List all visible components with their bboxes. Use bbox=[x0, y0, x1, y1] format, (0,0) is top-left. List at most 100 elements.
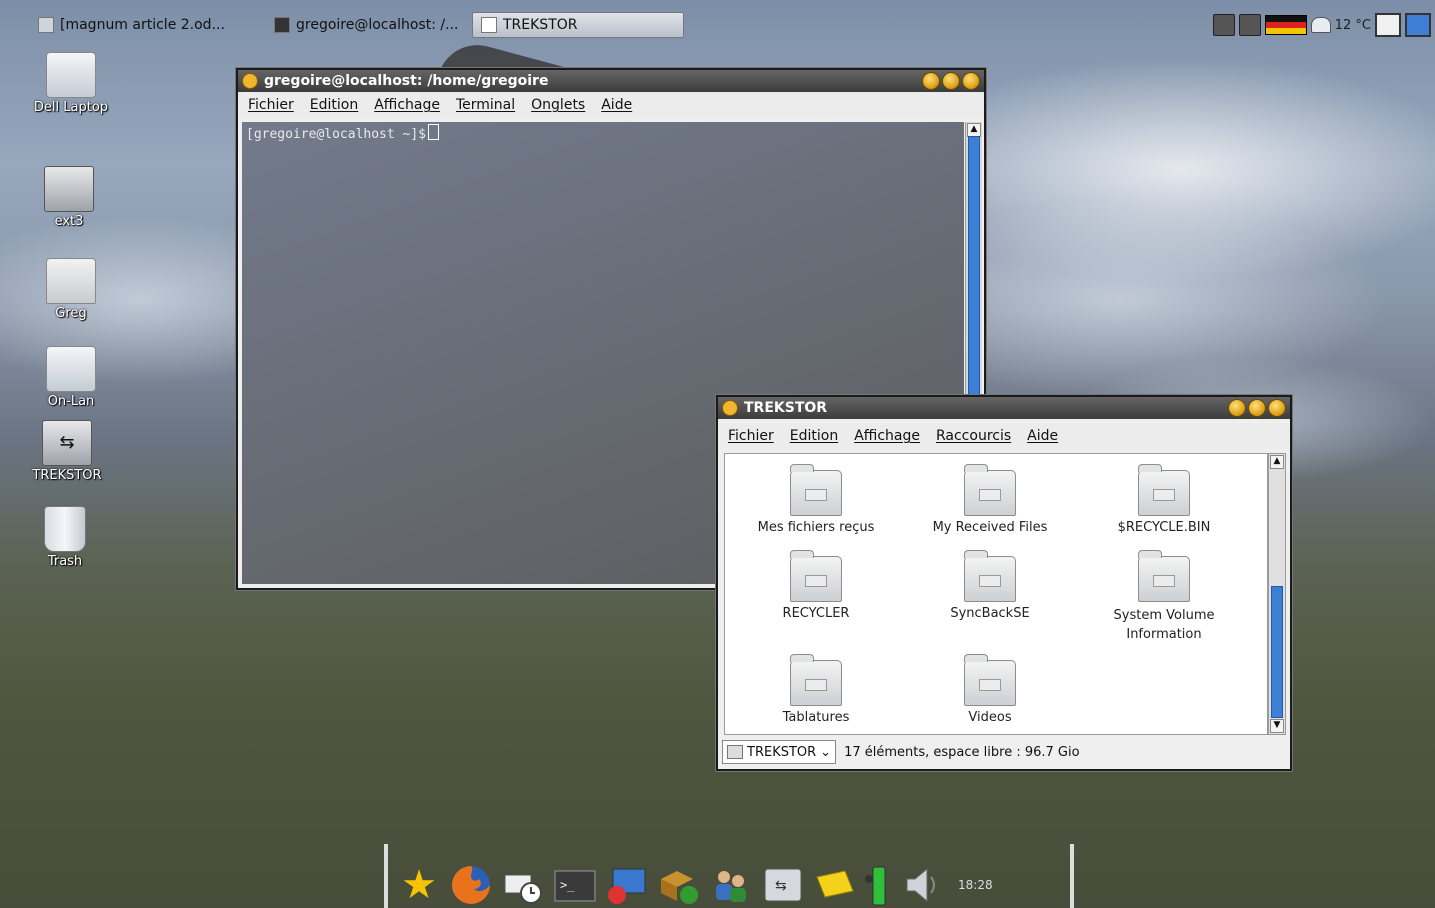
usb-drive-icon[interactable]: ⇆ bbox=[760, 862, 806, 908]
task-label: [magnum article 2.od... bbox=[60, 17, 225, 33]
scroll-up-arrow-icon[interactable]: ▲ bbox=[1270, 455, 1284, 469]
memory-monitor-icon[interactable] bbox=[1238, 14, 1261, 36]
folder-item[interactable]: Tablatures bbox=[731, 654, 901, 725]
task-label: gregoire@localhost: /... bbox=[296, 17, 459, 33]
file-manager-menubar: Fichier Edition Affichage Raccourcis Aid… bbox=[718, 423, 1290, 449]
minimize-button[interactable] bbox=[1228, 399, 1246, 417]
users-icon[interactable] bbox=[708, 862, 754, 908]
menu-raccourcis[interactable]: Raccourcis bbox=[936, 428, 1011, 444]
scrollbar-thumb[interactable] bbox=[1271, 586, 1283, 718]
taskbar-task-terminal[interactable]: gregoire@localhost: /... bbox=[266, 13, 472, 37]
notes-icon[interactable] bbox=[812, 862, 858, 908]
temperature-label: 12 °C bbox=[1334, 17, 1371, 33]
document-icon bbox=[38, 17, 54, 33]
folder-icon bbox=[1138, 464, 1190, 516]
volume-icon[interactable] bbox=[900, 862, 946, 908]
maximize-button[interactable] bbox=[1248, 399, 1266, 417]
menu-fichier[interactable]: Fichier bbox=[248, 97, 294, 113]
terminal-titlebar[interactable]: gregoire@localhost: /home/gregoire bbox=[238, 70, 984, 92]
workspace-1-button[interactable] bbox=[1375, 13, 1401, 37]
desktop-icon-label: Trash bbox=[47, 554, 83, 569]
folder-item[interactable]: System Volume Information bbox=[1079, 550, 1249, 644]
folder-label: Mes fichiers reçus bbox=[757, 520, 875, 535]
firefox-icon[interactable] bbox=[448, 862, 494, 908]
terminal-icon[interactable]: >_ bbox=[552, 862, 598, 908]
cpu-monitor-icon[interactable] bbox=[1212, 14, 1235, 36]
folder-label: Tablatures bbox=[782, 710, 850, 725]
svg-text:⇆: ⇆ bbox=[775, 878, 787, 894]
maximize-button[interactable] bbox=[942, 72, 960, 90]
status-bar: TREKSTOR ⌄ 17 éléments, espace libre : 9… bbox=[722, 739, 1286, 765]
battery-icon[interactable] bbox=[864, 862, 894, 908]
taskbar-task-trekstor[interactable]: TREKSTOR bbox=[472, 12, 684, 38]
menu-affichage[interactable]: Affichage bbox=[854, 428, 920, 444]
menu-edition[interactable]: Edition bbox=[790, 428, 838, 444]
scroll-up-arrow-icon[interactable]: ▲ bbox=[967, 123, 981, 137]
usb-drive-icon: ⇆ bbox=[42, 420, 92, 466]
keyboard-layout-flag-icon[interactable] bbox=[1264, 15, 1307, 35]
close-button[interactable] bbox=[1268, 399, 1286, 417]
location-select[interactable]: TREKSTOR ⌄ bbox=[722, 740, 837, 764]
desktop-icon-trekstor[interactable]: ⇆ TREKSTOR bbox=[12, 420, 122, 483]
terminal-menubar: Fichier Edition Affichage Terminal Ongle… bbox=[238, 92, 984, 118]
folder-icon bbox=[790, 654, 842, 706]
file-view-scrollbar[interactable]: ▲ ▼ bbox=[1268, 453, 1286, 735]
desktop-icon-label: TREKSTOR bbox=[32, 468, 102, 483]
file-manager-window[interactable]: TREKSTOR Fichier Edition Affichage Racco… bbox=[716, 395, 1292, 771]
folder-item[interactable]: Mes fichiers reçus bbox=[731, 464, 901, 535]
location-value: TREKSTOR bbox=[747, 744, 817, 760]
dock-clock: 18:28 bbox=[958, 878, 993, 892]
desktop-icon-greg[interactable]: Greg bbox=[16, 258, 126, 321]
workspace-2-button[interactable] bbox=[1405, 13, 1431, 37]
folder-icon bbox=[790, 464, 842, 516]
shell-prompt: [gregoire@localhost ~]$ bbox=[246, 127, 427, 142]
folder-item[interactable]: SyncBackSE bbox=[905, 550, 1075, 621]
desktop-icon-dell-laptop[interactable]: Dell Laptop bbox=[16, 52, 126, 115]
folder-label: RECYCLER bbox=[782, 606, 850, 621]
file-manager-titlebar[interactable]: TREKSTOR bbox=[718, 397, 1290, 419]
star-icon[interactable]: ★ bbox=[396, 862, 442, 908]
bottom-dock: ★ >_ ⇆ 18:28 bbox=[384, 844, 1074, 908]
menu-aide[interactable]: Aide bbox=[601, 97, 632, 113]
folder-label: SyncBackSE bbox=[950, 606, 1030, 621]
text-cursor bbox=[428, 124, 440, 140]
menu-affichage[interactable]: Affichage bbox=[374, 97, 440, 113]
window-title: gregoire@localhost: /home/gregoire bbox=[264, 73, 549, 89]
task-label: TREKSTOR bbox=[503, 17, 578, 33]
menu-fichier[interactable]: Fichier bbox=[728, 428, 774, 444]
package-manager-icon[interactable] bbox=[656, 862, 702, 908]
folder-label: System Volume Information bbox=[1113, 608, 1215, 642]
scroll-down-arrow-icon[interactable]: ▼ bbox=[1270, 719, 1284, 733]
window-menu-icon[interactable] bbox=[242, 73, 258, 89]
network-icon bbox=[46, 346, 96, 392]
mail-clock-icon[interactable] bbox=[500, 862, 546, 908]
weather-icon[interactable] bbox=[1310, 17, 1331, 33]
folder-item[interactable]: My Received Files bbox=[905, 464, 1075, 535]
folder-item[interactable]: $RECYCLE.BIN bbox=[1079, 464, 1249, 535]
svg-text:>_: >_ bbox=[560, 878, 575, 892]
close-button[interactable] bbox=[962, 72, 980, 90]
drive-icon bbox=[44, 166, 94, 212]
folder-icon bbox=[964, 464, 1016, 516]
taskbar-task-writer[interactable]: [magnum article 2.od... bbox=[30, 13, 266, 37]
folder-item[interactable]: Videos bbox=[905, 654, 1075, 725]
laptop-icon bbox=[46, 52, 96, 98]
folder-item[interactable]: RECYCLER bbox=[731, 550, 901, 621]
window-menu-icon[interactable] bbox=[722, 400, 738, 416]
desktop-icon-trash[interactable]: Trash bbox=[10, 506, 120, 569]
status-text: 17 éléments, espace libre : 96.7 Gio bbox=[844, 744, 1080, 760]
drive-icon bbox=[727, 745, 743, 759]
file-icon-view[interactable]: Mes fichiers reçus My Received Files $RE… bbox=[724, 453, 1268, 735]
minimize-button[interactable] bbox=[922, 72, 940, 90]
menu-terminal[interactable]: Terminal bbox=[456, 97, 515, 113]
menu-onglets[interactable]: Onglets bbox=[531, 97, 585, 113]
desktop-icon-ext3[interactable]: ext3 bbox=[14, 166, 124, 229]
folder-label: $RECYCLE.BIN bbox=[1117, 520, 1211, 535]
menu-edition[interactable]: Edition bbox=[310, 97, 358, 113]
home-folder-icon bbox=[46, 258, 96, 304]
menu-aide[interactable]: Aide bbox=[1027, 428, 1058, 444]
display-settings-icon[interactable] bbox=[604, 862, 650, 908]
system-tray: 12 °C bbox=[1212, 12, 1431, 38]
chevron-down-icon: ⌄ bbox=[820, 744, 832, 760]
desktop-icon-on-lan[interactable]: On-Lan bbox=[16, 346, 126, 409]
